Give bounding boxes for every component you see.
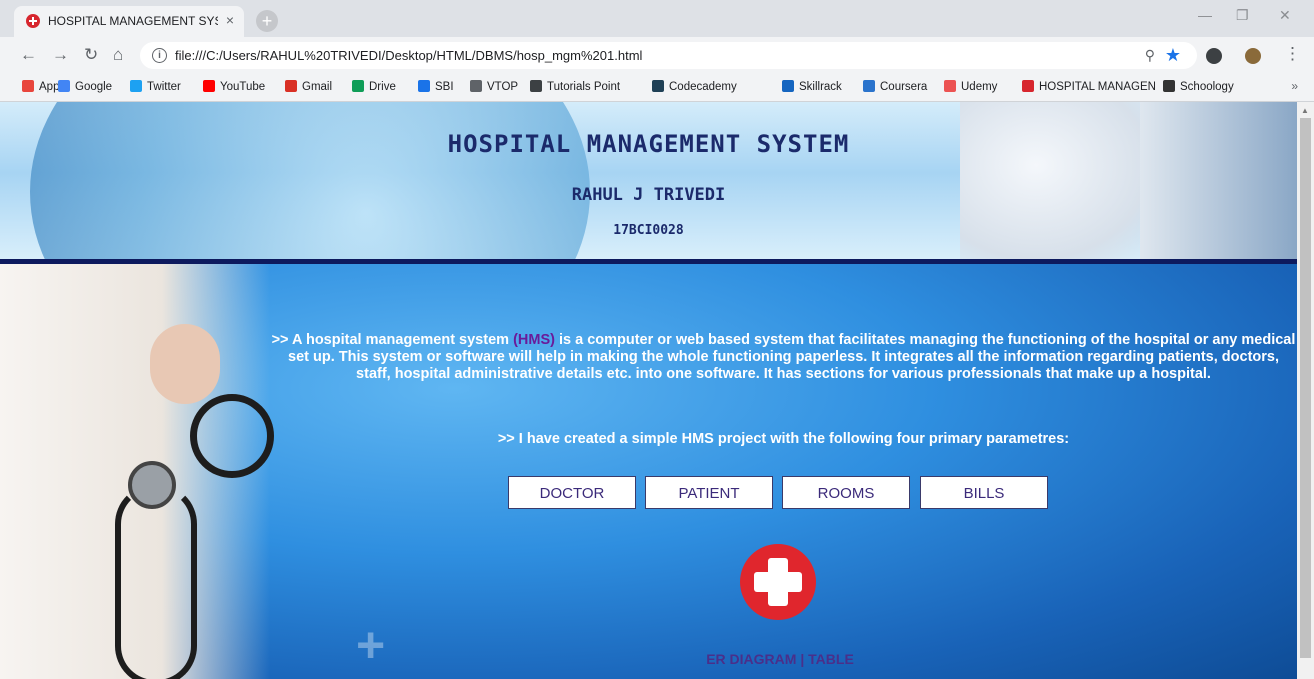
bookmark-twitter[interactable]: Twitter — [130, 80, 181, 93]
bookmark-label: Gmail — [302, 81, 333, 93]
google-icon — [58, 80, 70, 92]
footer-links: ER DIAGRAM | TABLE — [0, 651, 1297, 667]
bookmark-vtop[interactable]: VTOP — [470, 80, 518, 93]
hms-highlight: (HMS) — [513, 332, 555, 348]
bookmarks-bar: Apps Google Twitter YouTube Gmail Drive … — [0, 74, 1314, 102]
hospital-cross-icon — [740, 544, 816, 620]
scroll-up-icon[interactable]: ▲ — [1301, 106, 1309, 115]
extension-icon[interactable] — [1206, 48, 1222, 64]
intro-prefix: >> A hospital management system — [271, 332, 514, 348]
bookmark-star-icon[interactable]: ★ — [1165, 45, 1181, 66]
browser-window: HOSPITAL MANAGEMENT SYSTE × + — ❐ ✕ ← → … — [0, 0, 1314, 679]
bookmark-label: Udemy — [961, 81, 998, 93]
skillrack-icon — [782, 80, 794, 92]
student-id: 17BCI0028 — [613, 223, 684, 238]
menu-icon[interactable]: ⋮ — [1284, 44, 1301, 64]
author-name: RAHUL J TRIVEDI — [571, 185, 726, 205]
stethoscope-tube-icon — [115, 484, 197, 679]
main-content: + >> A hospital management system (HMS) … — [0, 264, 1297, 679]
bookmark-sbi[interactable]: SBI — [418, 80, 454, 93]
hospital-cross-icon — [26, 14, 40, 28]
doctor-graphic — [0, 264, 274, 679]
forward-icon[interactable]: → — [52, 45, 69, 65]
page-title: HOSPITAL MANAGEMENT SYSTEM — [447, 130, 850, 158]
bookmark-tutorials-point[interactable]: Tutorials Point — [530, 80, 620, 93]
udemy-icon — [944, 80, 956, 92]
bookmark-udemy[interactable]: Udemy — [944, 80, 997, 93]
browser-tab[interactable]: HOSPITAL MANAGEMENT SYSTE × — [14, 6, 244, 37]
rooms-button[interactable]: ROOMS — [782, 476, 910, 509]
bookmark-label: Schoology — [1180, 81, 1234, 93]
youtube-icon — [203, 80, 215, 92]
close-tab-icon[interactable]: × — [226, 12, 234, 28]
bookmark-label: SBI — [435, 81, 454, 93]
schoology-icon — [1163, 80, 1175, 92]
bookmark-youtube[interactable]: YouTube — [203, 80, 265, 93]
bookmark-label: Google — [75, 81, 113, 93]
vtop-icon — [470, 80, 482, 92]
tutorials-point-icon — [530, 80, 542, 92]
bookmark-hospital-management[interactable]: HOSPITAL MANAGEN — [1022, 80, 1156, 93]
bookmark-skillrack[interactable]: Skillrack — [782, 80, 842, 93]
bookmark-label: YouTube — [220, 81, 266, 93]
gmail-icon — [285, 80, 297, 92]
twitter-icon — [130, 80, 142, 92]
url-text[interactable]: file:///C:/Users/RAHUL%20TRIVEDI/Desktop… — [175, 48, 642, 63]
address-toolbar: ← → ↻ ⌂ i file:///C:/Users/RAHUL%20TRIVE… — [0, 37, 1314, 74]
more-bookmarks-icon[interactable]: » — [1291, 79, 1298, 93]
home-icon[interactable]: ⌂ — [113, 45, 123, 65]
minimize-icon[interactable]: — — [1198, 7, 1212, 23]
doctor-arm-graphic — [150, 324, 220, 404]
sbi-icon — [418, 80, 430, 92]
parameters-intro: >> I have created a simple HMS project w… — [497, 431, 1070, 447]
page-viewport: HOSPITAL MANAGEMENT SYSTEM RAHUL J TRIVE… — [0, 102, 1297, 679]
bookmark-schoology[interactable]: Schoology — [1163, 80, 1234, 93]
hospital-cross-icon — [1022, 80, 1034, 92]
bookmark-label: VTOP — [487, 81, 519, 93]
scroll-thumb[interactable] — [1300, 118, 1311, 658]
intro-paragraph: >> A hospital management system (HMS) is… — [270, 332, 1297, 383]
bookmark-codecademy[interactable]: Codecademy — [652, 80, 737, 93]
bookmark-gmail[interactable]: Gmail — [285, 80, 332, 93]
stethoscope-icon — [190, 394, 274, 478]
bookmark-google[interactable]: Google — [58, 80, 112, 93]
new-tab-button[interactable]: + — [256, 10, 278, 32]
apps-grid-icon — [22, 80, 34, 92]
bookmark-label: Codecademy — [669, 81, 737, 93]
bookmark-label: Tutorials Point — [547, 81, 621, 93]
zoom-icon[interactable]: ⚲ — [1145, 47, 1155, 64]
reload-icon[interactable]: ↻ — [84, 45, 98, 65]
tab-strip: HOSPITAL MANAGEMENT SYSTE × + — ❐ ✕ — [0, 0, 1314, 37]
page-header: HOSPITAL MANAGEMENT SYSTEM RAHUL J TRIVE… — [0, 102, 1297, 402]
patient-button[interactable]: PATIENT — [645, 476, 773, 509]
bills-button[interactable]: BILLS — [920, 476, 1048, 509]
tab-title: HOSPITAL MANAGEMENT SYSTE — [48, 14, 218, 28]
bookmark-label: Coursera — [880, 81, 928, 93]
profile-avatar[interactable] — [1245, 48, 1261, 64]
close-window-icon[interactable]: ✕ — [1279, 7, 1291, 24]
bookmark-label: Twitter — [147, 81, 181, 93]
bookmark-label: Drive — [369, 81, 396, 93]
er-diagram-link[interactable]: ER DIAGRAM — [706, 651, 796, 667]
drive-icon — [352, 80, 364, 92]
link-separator: | — [796, 651, 809, 667]
bookmark-label: HOSPITAL MANAGEN — [1039, 81, 1156, 93]
coursera-icon — [863, 80, 875, 92]
address-bar[interactable]: i file:///C:/Users/RAHUL%20TRIVEDI/Deskt… — [140, 42, 1197, 69]
restore-icon[interactable]: ❐ — [1236, 7, 1249, 24]
vertical-scrollbar[interactable]: ▲ — [1297, 102, 1314, 679]
table-link[interactable]: TABLE — [808, 651, 854, 667]
bookmark-coursera[interactable]: Coursera — [863, 80, 927, 93]
bookmark-label: Skillrack — [799, 81, 842, 93]
bookmark-drive[interactable]: Drive — [352, 80, 396, 93]
info-icon[interactable]: i — [152, 48, 167, 63]
doctor-button[interactable]: DOCTOR — [508, 476, 636, 509]
codecademy-icon — [652, 80, 664, 92]
back-icon[interactable]: ← — [20, 45, 37, 65]
